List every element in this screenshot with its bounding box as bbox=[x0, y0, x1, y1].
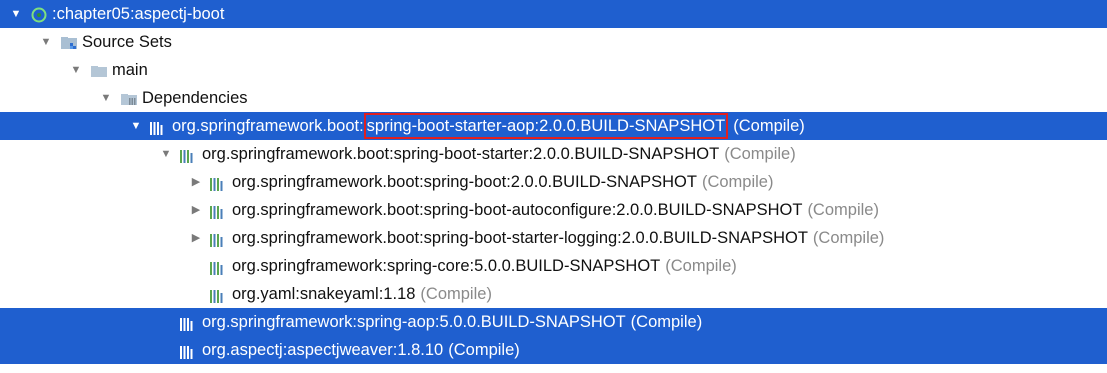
highlighted-artifact-box: spring-boot-starter-aop:2.0.0.BUILD-SNAP… bbox=[363, 113, 729, 139]
tree-row-dependency[interactable]: ▶ org.yaml:snakeyaml:1.18 (Compile) bbox=[0, 280, 1107, 308]
chevron-right-icon[interactable]: ▶ bbox=[188, 196, 204, 224]
gradle-project-tree: ▼ :chapter05:aspectj-boot ▼ Source Sets … bbox=[0, 0, 1107, 373]
source-sets-folder-icon bbox=[60, 33, 78, 51]
dependency-scope: (Compile) bbox=[807, 201, 879, 219]
dependency-scope: (Compile) bbox=[420, 285, 492, 303]
source-sets-label: Source Sets bbox=[82, 33, 172, 51]
library-jar-icon bbox=[150, 117, 168, 135]
chevron-down-icon[interactable]: ▼ bbox=[98, 84, 114, 112]
library-jar-icon bbox=[180, 145, 198, 163]
chevron-down-icon[interactable]: ▼ bbox=[8, 0, 24, 28]
dependency-label: org.springframework:spring-aop:5.0.0.BUI… bbox=[202, 313, 626, 331]
dependency-scope: (Compile) bbox=[665, 257, 737, 275]
tree-row-dependencies[interactable]: ▼ Dependencies bbox=[0, 84, 1107, 112]
tree-row-project[interactable]: ▼ :chapter05:aspectj-boot bbox=[0, 0, 1107, 28]
tree-row-dependency[interactable]: ▼ org.springframework.boot:spring-boot-s… bbox=[0, 140, 1107, 168]
chevron-down-icon[interactable]: ▼ bbox=[68, 56, 84, 84]
library-jar-icon bbox=[210, 257, 228, 275]
chevron-right-icon[interactable]: ▶ bbox=[188, 168, 204, 196]
dependency-group-prefix: org.springframework.boot: bbox=[172, 117, 364, 135]
dependency-scope: (Compile) bbox=[701, 173, 774, 191]
dependencies-label: Dependencies bbox=[142, 89, 248, 107]
library-jar-icon bbox=[210, 173, 228, 191]
dependency-scope: (Compile) bbox=[812, 229, 885, 247]
project-label: :chapter05:aspectj-boot bbox=[52, 5, 225, 23]
dependency-label: org.springframework.boot:spring-boot-aut… bbox=[232, 201, 803, 219]
main-label: main bbox=[112, 61, 148, 79]
library-folder-icon bbox=[120, 89, 138, 107]
tree-row-dependency[interactable]: ▼ org.springframework.boot:spring-boot-s… bbox=[0, 112, 1107, 140]
dependency-scope: (Compile) bbox=[724, 145, 796, 163]
dependency-label: org.springframework.boot:spring-boot-sta… bbox=[232, 229, 808, 247]
dependency-label: org.springframework.boot:spring-boot:2.0… bbox=[232, 173, 697, 191]
tree-row-dependency[interactable]: ▶ org.springframework.boot:spring-boot-a… bbox=[0, 196, 1107, 224]
tree-row-dependency[interactable]: ▶ org.aspectj:aspectjweaver:1.8.10 (Comp… bbox=[0, 336, 1107, 364]
dependency-label: org.aspectj:aspectjweaver:1.8.10 bbox=[202, 341, 444, 359]
dependency-scope: (Compile) bbox=[733, 117, 805, 135]
gradle-module-icon bbox=[30, 5, 48, 23]
tree-row-source-sets[interactable]: ▼ Source Sets bbox=[0, 28, 1107, 56]
folder-icon bbox=[90, 61, 108, 79]
library-jar-icon bbox=[180, 341, 198, 359]
tree-row-dependency[interactable]: ▶ org.springframework.boot:spring-boot-s… bbox=[0, 224, 1107, 252]
dependency-label: org.springframework:spring-core:5.0.0.BU… bbox=[232, 257, 661, 275]
library-jar-icon bbox=[210, 285, 228, 303]
tree-row-main[interactable]: ▼ main bbox=[0, 56, 1107, 84]
chevron-right-icon[interactable]: ▶ bbox=[188, 224, 204, 252]
chevron-down-icon[interactable]: ▼ bbox=[158, 140, 174, 168]
dependency-scope: (Compile) bbox=[448, 341, 520, 359]
tree-row-dependency[interactable]: ▶ org.springframework:spring-core:5.0.0.… bbox=[0, 252, 1107, 280]
tree-row-dependency[interactable]: ▶ org.springframework.boot:spring-boot:2… bbox=[0, 168, 1107, 196]
chevron-down-icon[interactable]: ▼ bbox=[128, 112, 144, 140]
chevron-down-icon[interactable]: ▼ bbox=[38, 28, 54, 56]
library-jar-icon bbox=[210, 201, 228, 219]
dependency-label: org.springframework.boot:spring-boot-sta… bbox=[202, 145, 720, 163]
library-jar-icon bbox=[180, 313, 198, 331]
dependency-label: org.springframework.boot:spring-boot-sta… bbox=[172, 112, 729, 140]
dependency-label: org.yaml:snakeyaml:1.18 bbox=[232, 285, 416, 303]
tree-row-dependency[interactable]: ▶ org.springframework:spring-aop:5.0.0.B… bbox=[0, 308, 1107, 336]
dependency-scope: (Compile) bbox=[630, 313, 703, 331]
library-jar-icon bbox=[210, 229, 228, 247]
